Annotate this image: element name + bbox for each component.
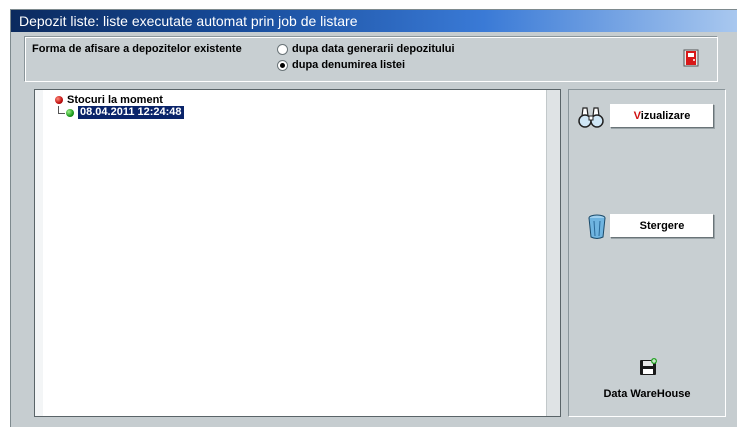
tree-node-label: Stocuri la moment bbox=[67, 94, 163, 106]
tree-node-stocuri[interactable]: Stocuri la moment bbox=[55, 94, 163, 106]
button-label: izualizare bbox=[640, 110, 691, 122]
window-title: Depozit liste: liste executate automat p… bbox=[19, 13, 358, 29]
display-options-bar: Forma de afisare a depozitelor existente… bbox=[24, 36, 718, 82]
tree-gutter bbox=[35, 90, 43, 416]
actions-panel: Vizualizare Stergere Data WareHouse bbox=[568, 89, 726, 417]
exit-door-icon[interactable] bbox=[683, 49, 699, 67]
radio-button-icon[interactable] bbox=[277, 43, 288, 55]
trash-bin-icon[interactable] bbox=[587, 214, 607, 240]
tree-connector bbox=[58, 106, 65, 114]
red-bullet-icon bbox=[55, 96, 63, 104]
green-bullet-icon bbox=[66, 108, 74, 117]
radio-by-list-name[interactable]: dupa denumirea listei bbox=[277, 58, 405, 72]
list-tree-view[interactable]: Stocuri la moment 08.04.2011 12:24:48 bbox=[34, 89, 561, 417]
radio-label: dupa denumirea listei bbox=[292, 59, 406, 71]
vizualizare-button[interactable]: Vizualizare bbox=[610, 104, 714, 128]
radio-button-selected-icon[interactable] bbox=[277, 59, 288, 71]
window-titlebar: Depozit liste: liste executate automat p… bbox=[11, 10, 737, 32]
binoculars-icon[interactable] bbox=[577, 104, 605, 130]
tree-node-date[interactable]: 08.04.2011 12:24:48 bbox=[66, 106, 184, 119]
stergere-button[interactable]: Stergere bbox=[610, 214, 714, 238]
hotkey-letter: V bbox=[633, 110, 641, 122]
vertical-scrollbar[interactable] bbox=[546, 90, 560, 416]
display-options-label: Forma de afisare a depozitelor existente bbox=[32, 43, 242, 55]
data-warehouse-label[interactable]: Data WareHouse bbox=[569, 388, 725, 400]
tree-node-label-selected: 08.04.2011 12:24:48 bbox=[78, 106, 184, 119]
floppy-save-icon[interactable] bbox=[639, 358, 657, 376]
radio-label: dupa data generarii depozitului bbox=[292, 43, 455, 55]
radio-by-generation-date[interactable]: dupa data generarii depozitului bbox=[277, 42, 455, 56]
tree-content: Stocuri la moment 08.04.2011 12:24:48 bbox=[43, 90, 546, 416]
